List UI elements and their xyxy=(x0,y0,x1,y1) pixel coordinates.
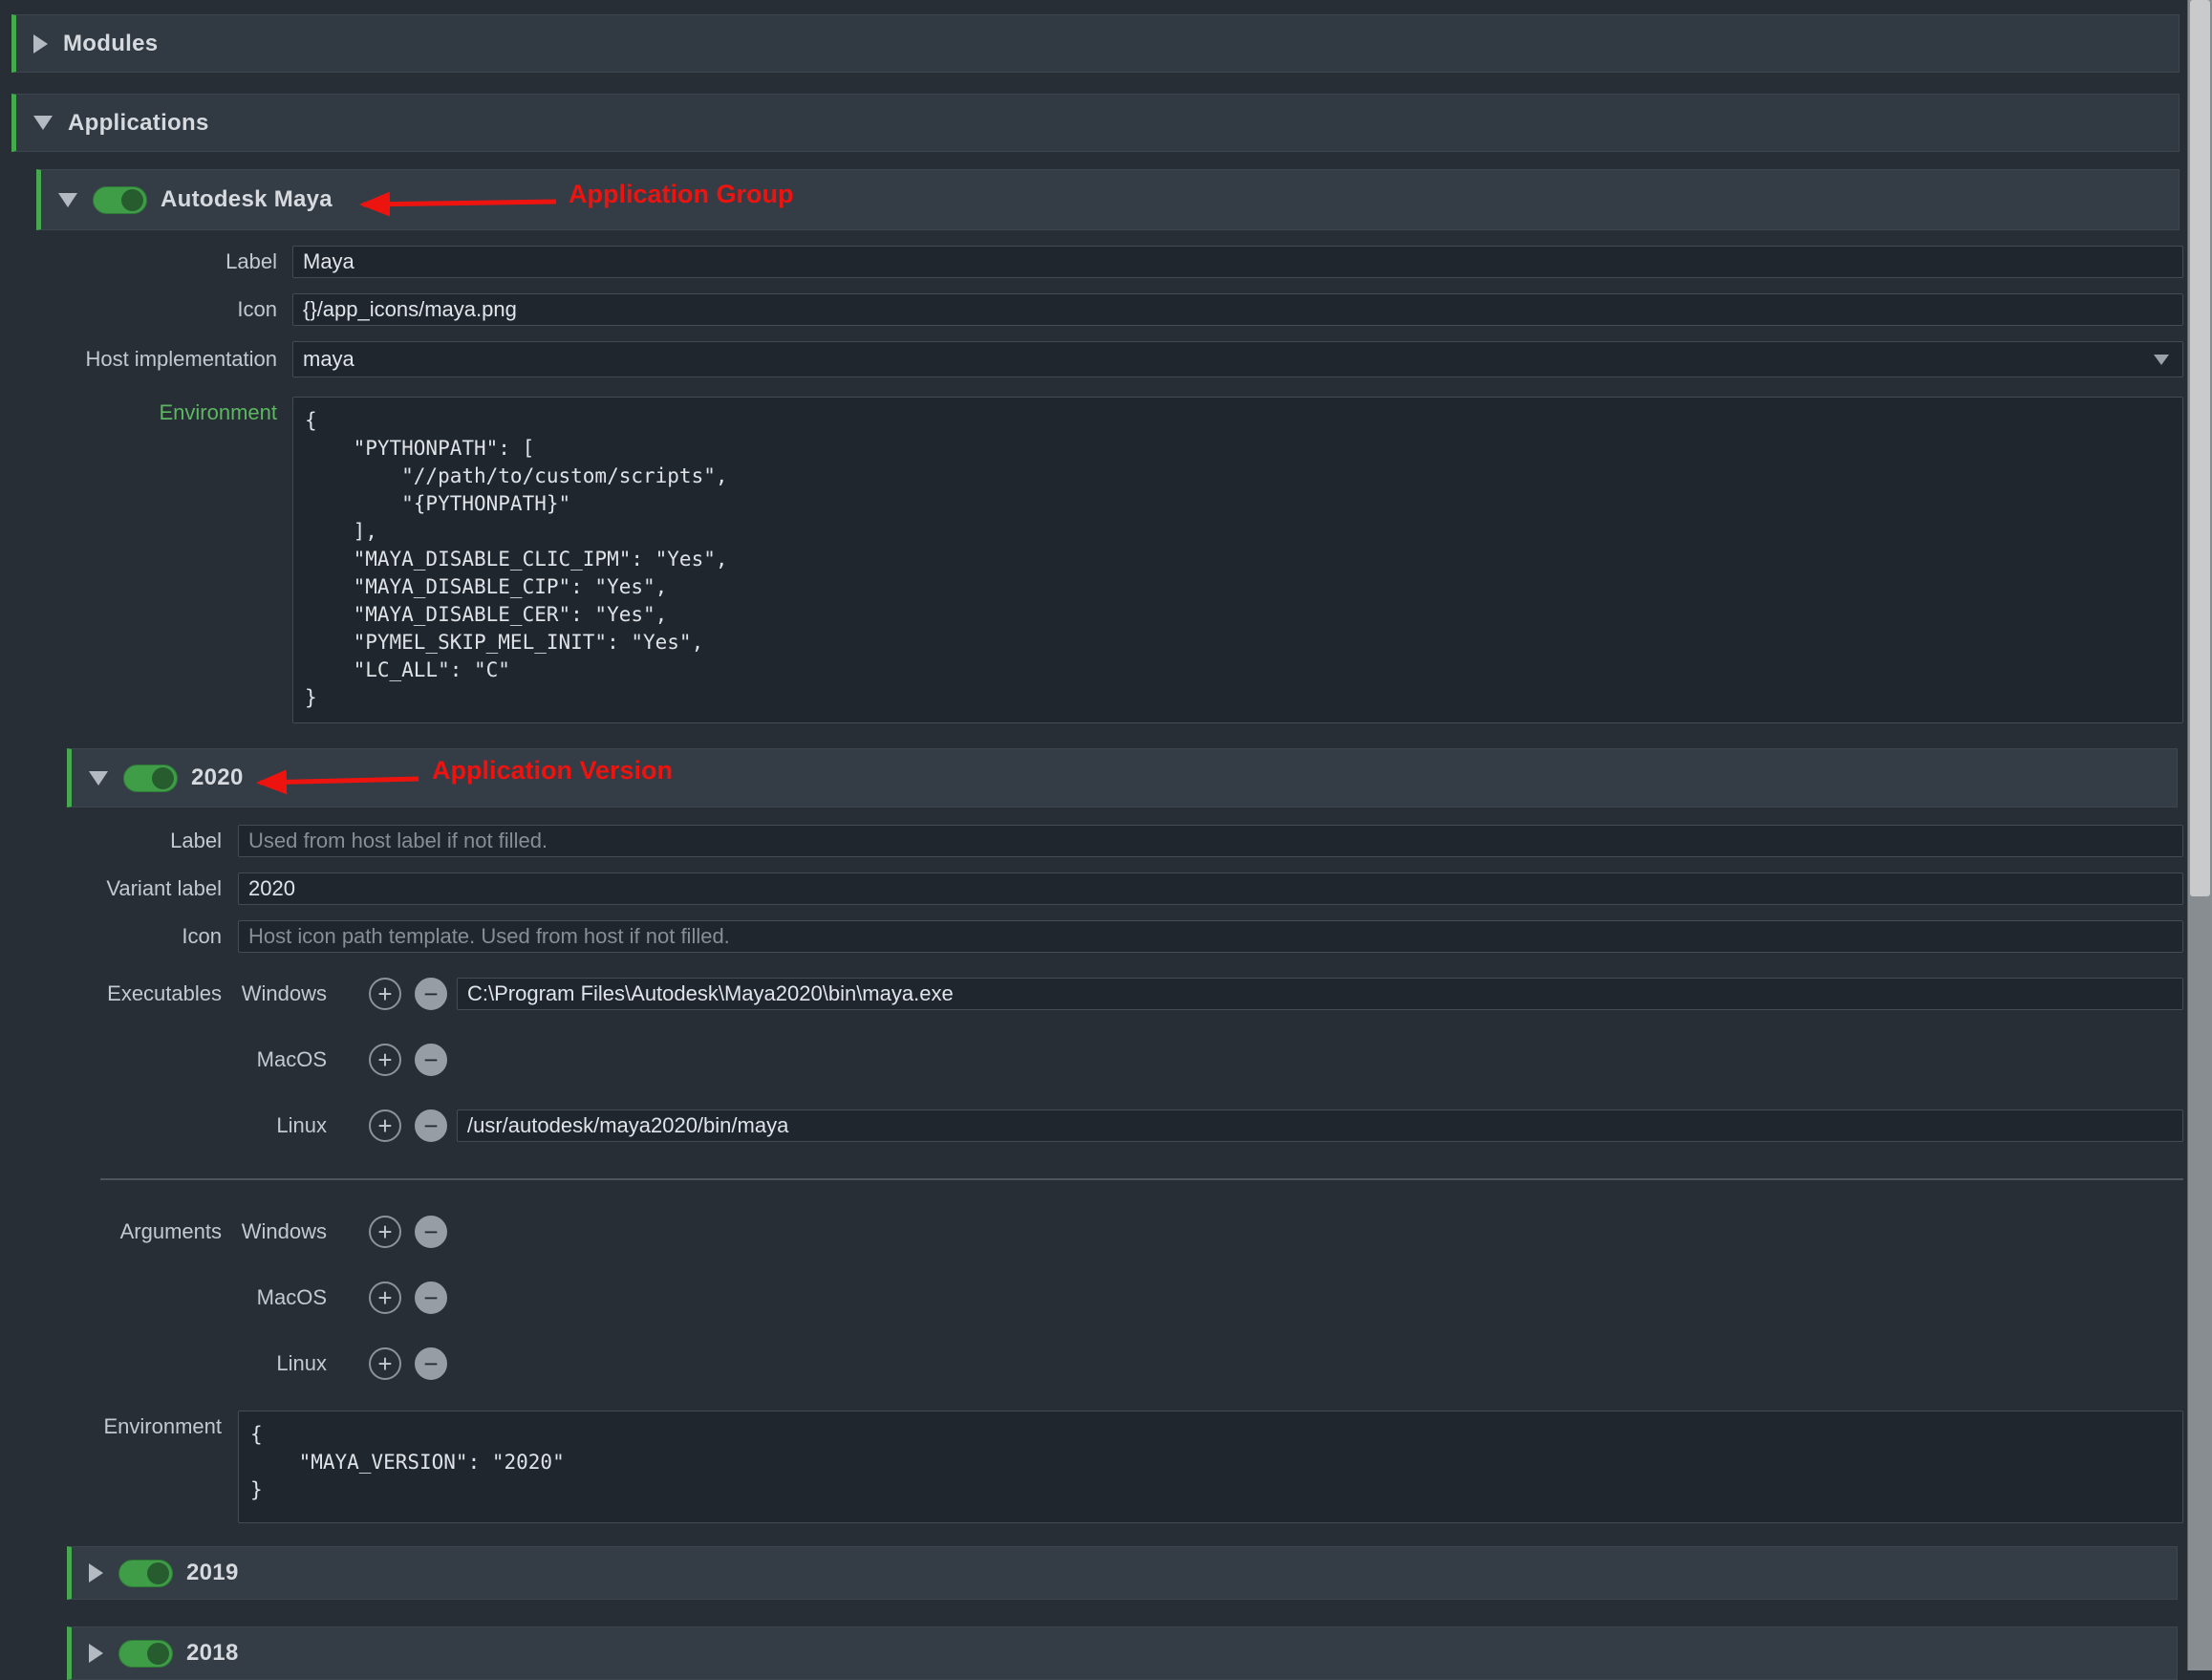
linux-label: Linux xyxy=(222,1351,327,1376)
remove-item-button[interactable]: − xyxy=(415,1109,447,1142)
host-implementation-value: maya xyxy=(303,347,2154,372)
environment-label: Environment xyxy=(0,397,277,425)
chevron-down-icon[interactable] xyxy=(89,771,108,786)
version-header-2019[interactable]: 2019 xyxy=(67,1546,2178,1600)
field-row-label: Label xyxy=(0,825,2183,857)
remove-item-button[interactable]: − xyxy=(415,1282,447,1314)
version-2019-title: 2019 xyxy=(186,1560,239,1586)
add-item-button[interactable]: + xyxy=(369,1282,401,1314)
version-environment-json-editor[interactable]: { "MAYA_VERSION": "2020" } xyxy=(238,1411,2183,1523)
version-2020-title: 2020 xyxy=(191,765,244,791)
version-icon-input[interactable] xyxy=(238,920,2183,953)
section-divider xyxy=(100,1178,2183,1180)
remove-item-button[interactable]: − xyxy=(415,1044,447,1076)
variant-label-input[interactable] xyxy=(238,872,2183,905)
toggle-knob xyxy=(152,767,174,789)
version-header-2020[interactable]: 2020 xyxy=(67,748,2178,808)
environment-label: Environment xyxy=(0,1411,222,1439)
field-row-icon: Icon xyxy=(0,293,2183,326)
version-2018-enabled-toggle[interactable] xyxy=(118,1640,173,1668)
field-row-environment: Environment { "MAYA_VERSION": "2020" } xyxy=(0,1411,2183,1523)
applications-title: Applications xyxy=(68,110,209,137)
field-row-host-implementation: Host implementation maya xyxy=(0,341,2183,377)
version-2018-title: 2018 xyxy=(186,1640,239,1667)
host-implementation-label: Host implementation xyxy=(0,347,277,372)
icon-field-label: Icon xyxy=(0,297,277,322)
remove-item-button[interactable]: − xyxy=(415,978,447,1010)
field-row-variant-label: Variant label xyxy=(0,872,2183,905)
modules-title: Modules xyxy=(63,31,158,57)
maya-environment-json-editor[interactable]: { "PYTHONPATH": [ "//path/to/custom/scri… xyxy=(292,397,2183,723)
remove-item-button[interactable]: − xyxy=(415,1216,447,1248)
chevron-down-icon[interactable] xyxy=(58,193,77,207)
add-item-button[interactable]: + xyxy=(369,1347,401,1380)
chevron-right-icon[interactable] xyxy=(89,1644,103,1663)
field-row-icon: Icon xyxy=(0,920,2183,953)
label-field-label: Label xyxy=(0,829,222,853)
field-row-label: Label xyxy=(0,246,2183,278)
dropdown-caret-icon xyxy=(2154,355,2169,365)
executables-label: Executables xyxy=(0,981,222,1006)
executables-macos-row: MacOS + − xyxy=(0,1044,2183,1076)
windows-label: Windows xyxy=(222,1219,327,1244)
macos-label: MacOS xyxy=(222,1285,327,1310)
arguments-macos-row: MacOS + − xyxy=(0,1282,2183,1314)
toggle-knob xyxy=(147,1562,169,1584)
remove-item-button[interactable]: − xyxy=(415,1347,447,1380)
icon-field-label: Icon xyxy=(0,924,222,949)
version-label-input[interactable] xyxy=(238,825,2183,857)
scrollbar-thumb[interactable] xyxy=(2190,0,2210,896)
maya-label-input[interactable] xyxy=(292,246,2183,278)
field-row-environment: Environment { "PYTHONPATH": [ "//path/to… xyxy=(0,397,2183,723)
executables-windows-row: Executables Windows + − xyxy=(0,978,2183,1010)
add-item-button[interactable]: + xyxy=(369,1109,401,1142)
maya-group-title: Autodesk Maya xyxy=(161,186,333,213)
add-item-button[interactable]: + xyxy=(369,978,401,1010)
group-header-autodesk-maya[interactable]: Autodesk Maya xyxy=(36,169,2180,230)
executable-linux-input[interactable] xyxy=(457,1109,2183,1142)
macos-label: MacOS xyxy=(222,1047,327,1072)
section-header-applications[interactable]: Applications xyxy=(11,94,2180,152)
add-item-button[interactable]: + xyxy=(369,1216,401,1248)
scrollbar xyxy=(2187,0,2212,1670)
arguments-linux-row: Linux + − xyxy=(0,1347,2183,1380)
chevron-down-icon[interactable] xyxy=(33,116,53,130)
maya-group-fields: Label Icon Host implementation maya Envi… xyxy=(0,246,2183,723)
version-2020-fields: Label Variant label Icon Executables Win… xyxy=(0,825,2183,1523)
arguments-windows-row: Arguments Windows + − xyxy=(0,1216,2183,1248)
maya-enabled-toggle[interactable] xyxy=(93,186,147,214)
executables-linux-row: Linux + − xyxy=(0,1109,2183,1142)
host-implementation-select[interactable]: maya xyxy=(292,341,2183,377)
linux-label: Linux xyxy=(222,1113,327,1138)
chevron-right-icon[interactable] xyxy=(89,1563,103,1583)
settings-content: Modules Applications Autodesk Maya Label… xyxy=(0,0,2187,1680)
toggle-knob xyxy=(147,1643,169,1665)
executable-windows-input[interactable] xyxy=(457,978,2183,1010)
version-2019-enabled-toggle[interactable] xyxy=(118,1560,173,1587)
arguments-label: Arguments xyxy=(0,1219,222,1244)
toggle-knob xyxy=(121,189,143,211)
chevron-right-icon[interactable] xyxy=(33,34,48,54)
version-header-2018[interactable]: 2018 xyxy=(67,1626,2178,1680)
label-field-label: Label xyxy=(0,249,277,274)
section-header-modules[interactable]: Modules xyxy=(11,14,2180,73)
variant-label-field-label: Variant label xyxy=(0,876,222,901)
maya-icon-input[interactable] xyxy=(292,293,2183,326)
add-item-button[interactable]: + xyxy=(369,1044,401,1076)
windows-label: Windows xyxy=(222,981,327,1006)
version-2020-enabled-toggle[interactable] xyxy=(123,765,178,792)
